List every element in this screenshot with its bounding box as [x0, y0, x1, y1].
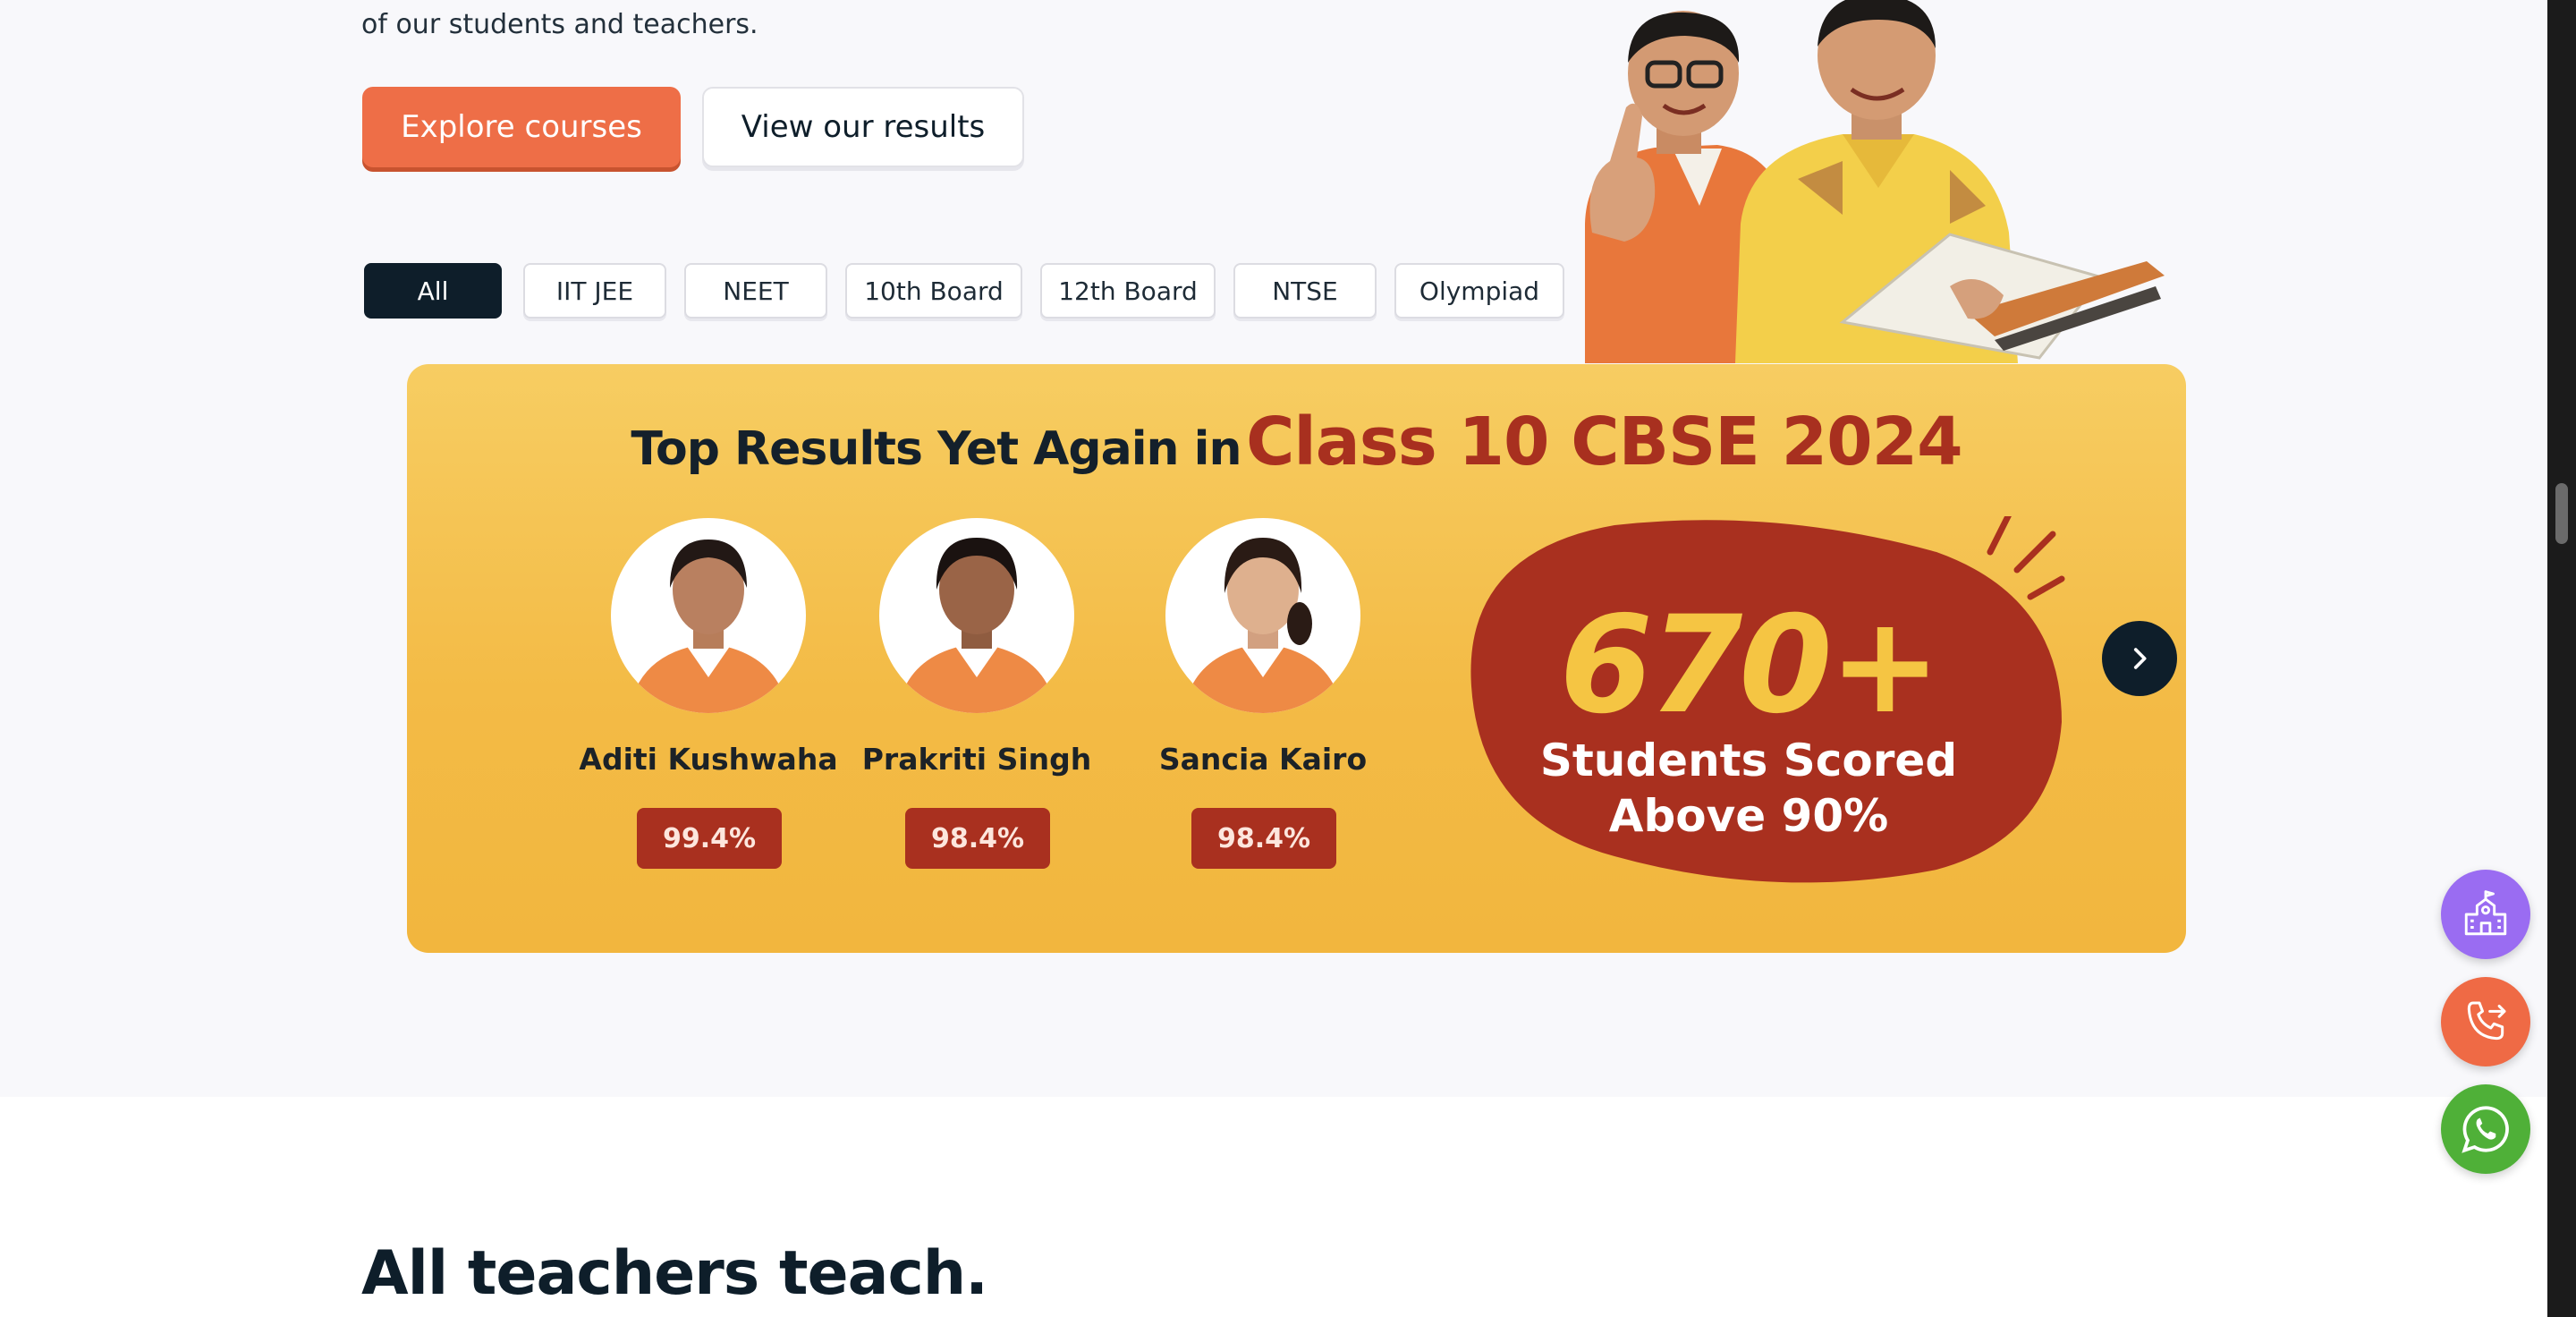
student-card: Aditi Kushwaha 99.4% — [579, 518, 838, 894]
student-score-badge: 99.4% — [637, 808, 782, 869]
student-photo — [1165, 518, 1360, 713]
student-photo — [611, 518, 806, 713]
scrollbar-thumb[interactable] — [2555, 483, 2568, 544]
page: of our students and teachers. Explore co… — [0, 0, 2547, 1317]
student-name: Sancia Kairo — [1158, 742, 1368, 777]
student-photo — [879, 518, 1074, 713]
tab-all[interactable]: All — [364, 263, 502, 319]
carousel-next-button[interactable] — [2102, 621, 2177, 696]
stat-caption-line-2: Above 90% — [1608, 790, 1889, 842]
stat-caption-line-1: Students Scored — [1539, 735, 1958, 786]
students-hero-illustration — [1585, 0, 2165, 363]
banner-title: Top Results Yet Again in Class 10 CBSE 2… — [407, 404, 2186, 480]
student-card: Sancia Kairo 98.4% — [1147, 518, 1379, 894]
banner-title-highlight: Class 10 CBSE 2024 — [1246, 404, 1962, 480]
tab-neet[interactable]: NEET — [684, 263, 827, 319]
school-visit-button[interactable] — [2441, 870, 2530, 959]
chevron-right-icon — [2133, 648, 2147, 669]
phone-callback-icon — [2467, 1001, 2506, 1041]
hero-intro-text: of our students and teachers. — [361, 9, 758, 40]
page-scrollbar[interactable] — [2547, 0, 2576, 1317]
tab-ntse[interactable]: NTSE — [1233, 263, 1377, 319]
tab-olympiad[interactable]: Olympiad — [1394, 263, 1564, 319]
student-score-badge: 98.4% — [1191, 808, 1336, 869]
request-callback-button[interactable] — [2441, 977, 2530, 1066]
stat-number: 670+ — [1559, 588, 1942, 743]
tab-12th-board[interactable]: 12th Board — [1040, 263, 1216, 319]
whatsapp-chat-button[interactable] — [2441, 1084, 2530, 1174]
student-card: Prakriti Singh 98.4% — [860, 518, 1093, 894]
tab-10th-board[interactable]: 10th Board — [845, 263, 1022, 319]
tab-iit-jee[interactable]: IIT JEE — [523, 263, 666, 319]
section-heading: All teachers teach. — [361, 1238, 988, 1309]
whatsapp-icon — [2462, 1106, 2509, 1153]
banner-title-prefix: Top Results Yet Again in — [631, 422, 1241, 476]
student-score-badge: 98.4% — [905, 808, 1050, 869]
stat-caption: Students Scored Above 90% — [1436, 733, 2062, 844]
explore-courses-button[interactable]: Explore courses — [362, 87, 681, 167]
school-icon — [2464, 890, 2507, 936]
view-results-button[interactable]: View our results — [702, 87, 1024, 167]
results-banner: Top Results Yet Again in Class 10 CBSE 2… — [407, 364, 2186, 953]
student-name: Prakriti Singh — [861, 742, 1092, 777]
student-name: Aditi Kushwaha — [579, 742, 838, 777]
